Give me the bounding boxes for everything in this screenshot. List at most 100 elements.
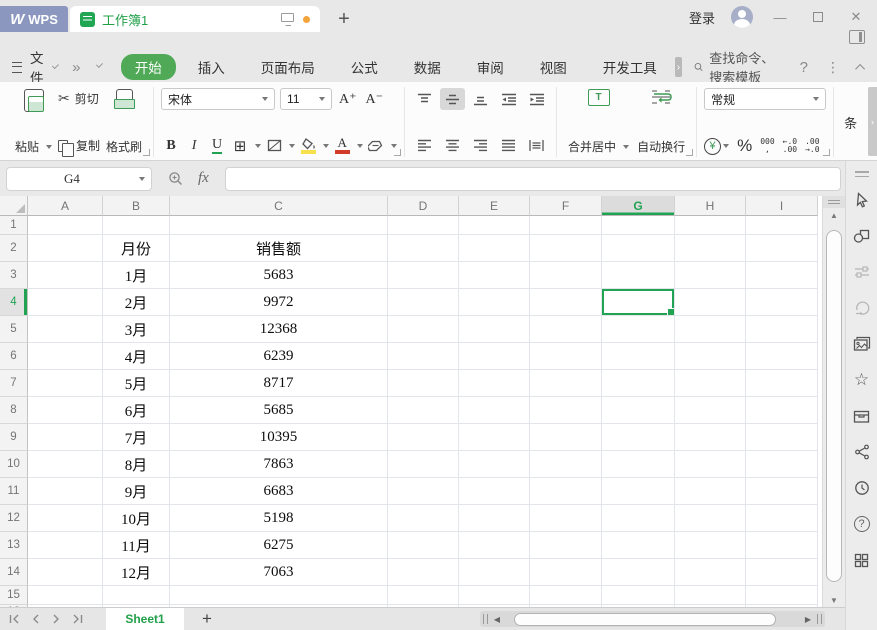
cell-G1[interactable] [602, 216, 675, 235]
cell-B2[interactable]: 月份 [103, 235, 170, 262]
copy-button[interactable]: 复制 [58, 137, 100, 154]
cell-F6[interactable] [530, 343, 602, 370]
history-clock-icon[interactable] [846, 470, 877, 506]
cell-D2[interactable] [388, 235, 459, 262]
devtools-expand-button[interactable]: › [675, 57, 682, 77]
cell-C13[interactable]: 6275 [170, 532, 388, 559]
cell-C3[interactable]: 5683 [170, 262, 388, 289]
align-top-button[interactable] [412, 88, 437, 110]
cell-E4[interactable] [459, 289, 530, 316]
cell-H8[interactable] [675, 397, 746, 424]
cell-C7[interactable]: 8717 [170, 370, 388, 397]
cell-A11[interactable] [28, 478, 103, 505]
cell-I9[interactable] [746, 424, 818, 451]
cell-C1[interactable] [170, 216, 388, 235]
rail-drag-handle[interactable] [846, 166, 877, 182]
cell-B1[interactable] [103, 216, 170, 235]
row-header-6[interactable]: 6 [0, 343, 28, 370]
cell-H12[interactable] [675, 505, 746, 532]
name-box[interactable]: G4 [6, 167, 152, 191]
row-header-2[interactable]: 2 [0, 235, 28, 262]
cell-D1[interactable] [388, 216, 459, 235]
formula-input[interactable] [225, 167, 841, 191]
cell-D3[interactable] [388, 262, 459, 289]
quick-access-caret-icon[interactable] [96, 61, 103, 68]
select-all-corner[interactable] [0, 196, 28, 216]
previous-sheet-button[interactable] [27, 611, 44, 628]
align-bottom-button[interactable] [468, 88, 493, 110]
cell-G9[interactable] [602, 424, 675, 451]
cell-H5[interactable] [675, 316, 746, 343]
cell-D7[interactable] [388, 370, 459, 397]
sidebar-toggle-button[interactable] [849, 30, 865, 44]
font-color-caret-icon[interactable] [357, 144, 363, 148]
cell-I5[interactable] [746, 316, 818, 343]
cell-E15[interactable] [459, 586, 530, 605]
cell-G2[interactable] [602, 235, 675, 262]
cell-E13[interactable] [459, 532, 530, 559]
column-header-H[interactable]: H [675, 196, 746, 216]
increase-indent-button[interactable] [524, 88, 549, 110]
user-avatar[interactable] [731, 6, 753, 28]
more-options-icon[interactable]: ⋮ [826, 59, 840, 76]
favorites-star-icon[interactable]: ☆ [846, 362, 877, 398]
borders-button[interactable]: ⊞ [230, 135, 250, 156]
column-header-F[interactable]: F [530, 196, 602, 216]
column-header-B[interactable]: B [103, 196, 170, 216]
paste-button[interactable]: 粘贴 [11, 88, 56, 156]
merge-center-button[interactable]: T 合并居中 [564, 88, 633, 156]
shading-caret-icon[interactable] [289, 144, 295, 148]
cell-I14[interactable] [746, 559, 818, 586]
cell-H9[interactable] [675, 424, 746, 451]
cell-B8[interactable]: 6月 [103, 397, 170, 424]
currency-button[interactable]: ¥ [704, 138, 729, 155]
menu-tab-home[interactable]: 开始 [121, 54, 176, 80]
row-header-13[interactable]: 13 [0, 532, 28, 559]
cell-H3[interactable] [675, 262, 746, 289]
cell-I1[interactable] [746, 216, 818, 235]
cell-A2[interactable] [28, 235, 103, 262]
h-scroll-left-grip[interactable] [483, 614, 488, 624]
cell-B9[interactable]: 7月 [103, 424, 170, 451]
cell-A6[interactable] [28, 343, 103, 370]
cell-F13[interactable] [530, 532, 602, 559]
archive-box-icon[interactable] [846, 398, 877, 434]
cell-E1[interactable] [459, 216, 530, 235]
cell-E8[interactable] [459, 397, 530, 424]
cell-D13[interactable] [388, 532, 459, 559]
cell-F9[interactable] [530, 424, 602, 451]
cell-A12[interactable] [28, 505, 103, 532]
decrease-font-button[interactable]: A⁻ [364, 91, 386, 108]
distribute-button[interactable] [524, 134, 549, 156]
cell-F5[interactable] [530, 316, 602, 343]
h-scroll-thumb[interactable] [514, 613, 776, 626]
scroll-down-button[interactable]: ▼ [823, 596, 845, 605]
cell-G11[interactable] [602, 478, 675, 505]
cell-G7[interactable] [602, 370, 675, 397]
cell-F2[interactable] [530, 235, 602, 262]
cell-C14[interactable]: 7063 [170, 559, 388, 586]
scroll-left-button[interactable]: ◀ [492, 615, 502, 624]
clear-format-button[interactable] [366, 135, 386, 156]
selected-cell-G4[interactable] [602, 289, 675, 316]
document-tab[interactable]: 工作簿1 [70, 6, 320, 32]
increase-decimal-button[interactable]: ←.0 .00 [783, 138, 797, 154]
new-tab-button[interactable]: + [332, 8, 356, 30]
cell-I13[interactable] [746, 532, 818, 559]
wps-logo-button[interactable]: W WPS [0, 6, 68, 32]
cell-H4[interactable] [675, 289, 746, 316]
cell-F11[interactable] [530, 478, 602, 505]
align-left-button[interactable] [412, 134, 437, 156]
cell-D5[interactable] [388, 316, 459, 343]
cell-G12[interactable] [602, 505, 675, 532]
cell-A5[interactable] [28, 316, 103, 343]
cell-F15[interactable] [530, 586, 602, 605]
cell-A15[interactable] [28, 586, 103, 605]
cell-E14[interactable] [459, 559, 530, 586]
align-center-button[interactable] [440, 134, 465, 156]
fx-icon[interactable]: fx [198, 170, 209, 187]
cell-B11[interactable]: 9月 [103, 478, 170, 505]
justify-button[interactable] [496, 134, 521, 156]
cell-B14[interactable]: 12月 [103, 559, 170, 586]
wrap-text-button[interactable]: 自动换行 [633, 88, 689, 156]
